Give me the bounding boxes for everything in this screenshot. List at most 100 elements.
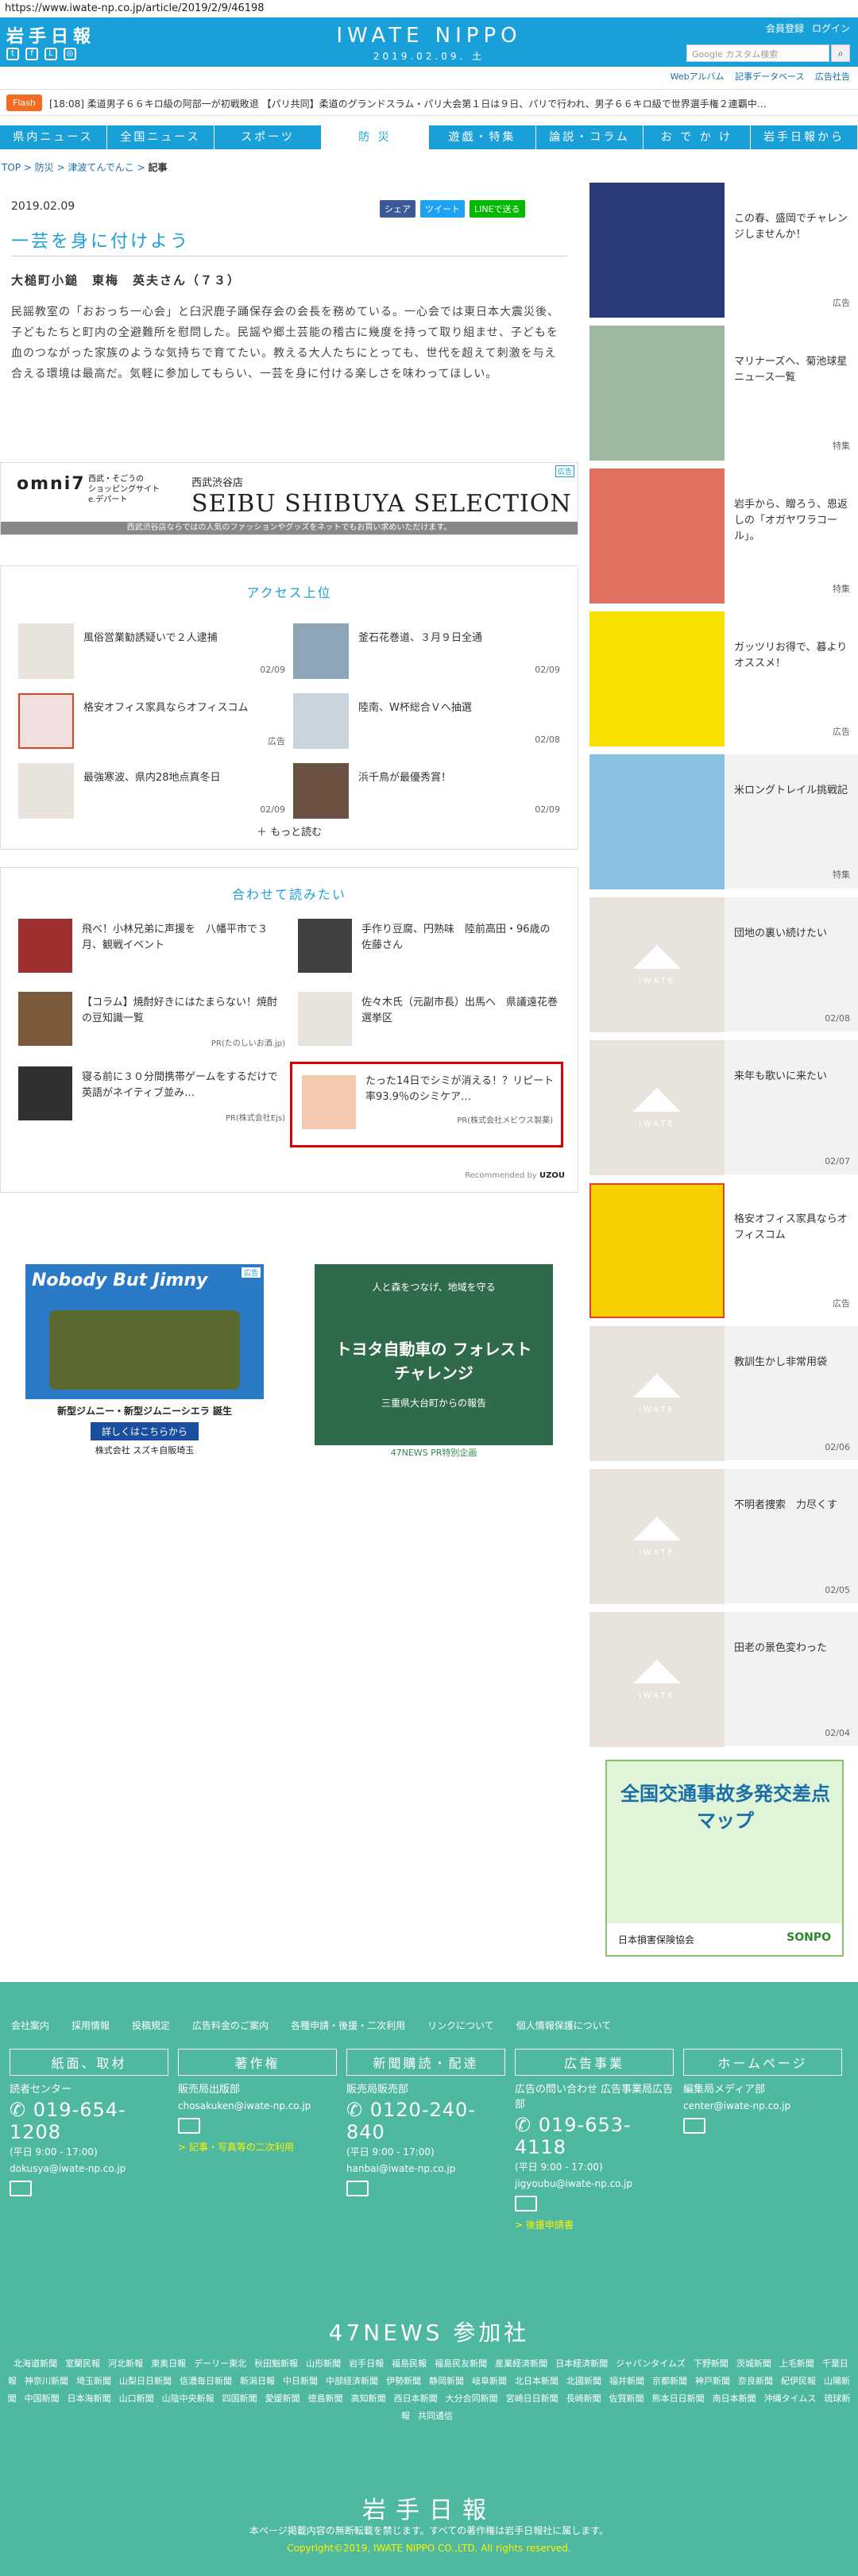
news-partner-link[interactable]: 岐阜新聞 — [472, 2376, 507, 2386]
twitter-icon[interactable]: t — [6, 48, 19, 60]
footer-link[interactable]: 広告料金のご案内 — [192, 2019, 269, 2032]
news-partner-link[interactable]: 神奈川新聞 — [25, 2376, 68, 2386]
news-partner-link[interactable]: 紀伊民報 — [781, 2376, 816, 2386]
breadcrumb-top[interactable]: TOP — [2, 162, 21, 173]
more-button[interactable]: ＋ もっと読む — [1, 823, 578, 839]
news-partner-link[interactable]: 宮崎日日新聞 — [506, 2393, 558, 2404]
site-logo-jp[interactable]: 岩手日報 — [6, 22, 95, 48]
sidebar-item[interactable]: 米ロングトレイル挑戦記 特集 — [589, 754, 858, 889]
news-partner-link[interactable]: 山口新聞 — [119, 2393, 154, 2404]
mail-icon[interactable] — [346, 2181, 369, 2196]
list-item[interactable]: 【コラム】焼酎好きにはたまらない！焼酎の豆知識一覧 PR(たのしいお酒.jp) — [18, 992, 287, 1057]
sidebar-item[interactable]: 岩手から、贈ろう、恩返しの「オガヤワラコール」。 特集 — [589, 469, 858, 604]
news-partner-link[interactable]: 福島民報 — [392, 2358, 427, 2369]
mail-icon[interactable] — [178, 2118, 200, 2134]
news-partner-link[interactable]: 福井新聞 — [609, 2376, 644, 2386]
news-partner-link[interactable]: 山陰中央新報 — [162, 2393, 214, 2404]
news-partner-link[interactable]: 上毛新聞 — [779, 2358, 814, 2369]
list-item[interactable]: 格安オフィス家具ならオフィスコム 広告 — [18, 693, 288, 758]
list-item[interactable]: 手作り豆腐、円熟味 陸前高田・96歳の佐藤さん — [298, 919, 566, 984]
flash-text[interactable]: [18:08] 柔道男子６６キロ級の阿部一が初戦敗退 【パリ共同】柔道のグランド… — [49, 97, 852, 110]
news-partner-link[interactable]: 下野新聞 — [694, 2358, 729, 2369]
news-partner-link[interactable]: 秋田魁新報 — [254, 2358, 298, 2369]
facebook-share-button[interactable]: シェア — [380, 200, 415, 218]
contact-extra-link[interactable]: > 記事・写真等の二次利用 — [178, 2140, 337, 2154]
sub-nav-ad[interactable]: 広告社告 — [815, 71, 850, 82]
footer-link[interactable]: 会社案内 — [11, 2019, 49, 2032]
list-item[interactable]: 浜千鳥が最優秀賞！ 02/09 — [293, 763, 563, 828]
sidebar-item[interactable]: IWATE 来年も歌いに来たい 02/07 — [589, 1040, 858, 1175]
list-item[interactable]: 風俗営業勧誘疑いで２人逮捕 02/09 — [18, 623, 288, 688]
mail-icon[interactable] — [10, 2181, 32, 2196]
list-item[interactable]: 寝る前に３０分間携帯ゲームをするだけで英語がネイティブ並み… PR(株式会社Ej… — [18, 1066, 287, 1132]
news-partner-link[interactable]: 長崎新聞 — [566, 2393, 601, 2404]
sidebar-item[interactable]: この春、盛岡でチャレンジしませんか！ 広告 — [589, 183, 858, 318]
news-partner-link[interactable]: 大分合同新聞 — [446, 2393, 498, 2404]
news-partner-link[interactable]: 産業経済新聞 — [495, 2358, 547, 2369]
toyota-ad[interactable]: 人と森をつなげ、地域を守る トヨタ自動車の フォレストチャレンジ 三重県大台町か… — [315, 1264, 553, 1461]
news-partner-link[interactable]: ジャパンタイムズ — [616, 2358, 686, 2369]
footer-link[interactable]: 各種申請・後援・二次利用 — [291, 2019, 405, 2032]
contact-extra-link[interactable]: > 後援申請書 — [515, 2218, 674, 2231]
news-partner-link[interactable]: 福島民友新聞 — [435, 2358, 487, 2369]
news-partner-link[interactable]: 北海道新聞 — [14, 2358, 57, 2369]
news-partner-link[interactable]: 新潟日報 — [240, 2376, 275, 2386]
footer-logo[interactable]: 岩手日報 — [0, 2490, 858, 2525]
nav-item-outing[interactable]: お で か け — [644, 125, 751, 149]
contact-mail[interactable]: center@iwate-np.co.jp — [683, 2100, 842, 2111]
breadcrumb-disaster[interactable]: 防災 — [35, 162, 54, 173]
news-partner-link[interactable]: 埼玉新聞 — [76, 2376, 111, 2386]
news-partner-link[interactable]: 徳島新聞 — [308, 2393, 343, 2404]
news-partner-link[interactable]: 中部経済新聞 — [326, 2376, 378, 2386]
news-partner-link[interactable]: 沖縄タイムス — [764, 2393, 817, 2404]
news-partner-link[interactable]: 岩手日報 — [349, 2358, 384, 2369]
news-partner-link[interactable]: 茨城新聞 — [736, 2358, 771, 2369]
news-partner-link[interactable]: デーリー東北 — [194, 2358, 246, 2369]
seibu-ad[interactable]: 広告 omni7 西武・そごうの ショッピングサイト e.デパート 西武渋谷店 … — [0, 462, 578, 535]
nav-item-column[interactable]: 論説・コラム — [536, 125, 644, 149]
news-partner-link[interactable]: 信濃毎日新聞 — [180, 2376, 232, 2386]
sidebar-item[interactable]: 格安オフィス家具ならオフィスコム 広告 — [589, 1183, 858, 1318]
search-icon[interactable]: ⌕ — [831, 44, 850, 62]
footer-link[interactable]: 投稿規定 — [132, 2019, 170, 2032]
sidebar-item[interactable]: ガッツリお得で、暮よりオススメ！ 広告 — [589, 611, 858, 746]
news-partner-link[interactable]: 伊勢新聞 — [386, 2376, 421, 2386]
news-partner-link[interactable]: 四国新聞 — [222, 2393, 257, 2404]
nav-item-local[interactable]: 県内ニュース — [0, 125, 107, 149]
news-partner-link[interactable]: 愛媛新聞 — [265, 2393, 300, 2404]
list-item[interactable]: 佐々木氏（元副市長）出馬へ 県議遠花巻選挙区 — [298, 992, 566, 1057]
news-partner-link[interactable]: 中日新聞 — [283, 2376, 318, 2386]
sidebar-item[interactable]: IWATE 団地の裏い続けたい 02/08 — [589, 897, 858, 1032]
browser-url-bar[interactable]: https://www.iwate-np.co.jp/article/2019/… — [0, 0, 858, 17]
news-partner-link[interactable]: 奈良新聞 — [738, 2376, 773, 2386]
sidebar-item[interactable]: IWATE 不明者捜索 力尽くす 02/05 — [589, 1469, 858, 1604]
register-link[interactable]: 会員登録 — [766, 21, 804, 35]
line-icon[interactable]: L — [44, 48, 57, 60]
sub-nav-database[interactable]: 記事データベース — [735, 71, 804, 82]
sonpo-banner[interactable]: 全国交通事故多発交差点マップ 日本損害保険協会 SONPO — [605, 1760, 844, 1957]
nav-item-from-nippo[interactable]: 岩手日報から — [751, 125, 858, 149]
news-partner-link[interactable]: 日本海新聞 — [68, 2393, 111, 2404]
site-logo[interactable]: IWATE NIPPO 2019.02.09. 土 — [334, 24, 524, 63]
news-partner-link[interactable]: 西日本新聞 — [394, 2393, 438, 2404]
instagram-icon[interactable]: ◎ — [64, 48, 76, 60]
footer-link[interactable]: 個人情報保護について — [516, 2019, 612, 2032]
news-partner-link[interactable]: 日本経済新聞 — [555, 2358, 608, 2369]
news-partner-link[interactable]: 熊本日日新聞 — [652, 2393, 705, 2404]
contact-mail[interactable]: jigyoubu@iwate-np.co.jp — [515, 2178, 674, 2189]
news-partner-link[interactable]: 神戸新聞 — [695, 2376, 730, 2386]
news-partner-link[interactable]: 室蘭民報 — [65, 2358, 100, 2369]
list-item[interactable]: 飛べ！小林兄弟に声援を 八幡平市で３月、観戦イベント — [18, 919, 287, 984]
search-input[interactable]: Google カスタム検索 — [686, 44, 829, 62]
nav-item-features[interactable]: 遊戯・特集 — [429, 125, 536, 149]
footer-link[interactable]: リンクについて — [427, 2019, 494, 2032]
login-link[interactable]: ログイン — [812, 21, 850, 35]
news-partner-link[interactable]: 高知新聞 — [351, 2393, 386, 2404]
news-partner-link[interactable]: 佐賀新聞 — [609, 2393, 644, 2404]
news-partner-link[interactable]: 京都新聞 — [652, 2376, 687, 2386]
news-partner-link[interactable]: 河北新報 — [108, 2358, 143, 2369]
news-partner-link[interactable]: 中国新聞 — [25, 2393, 60, 2404]
news-partner-link[interactable]: 南日本新聞 — [713, 2393, 756, 2404]
contact-phone[interactable]: ✆ 0120-240-840 — [346, 2099, 505, 2143]
ad-cta-button[interactable]: 詳しくはこちらから — [90, 1422, 199, 1440]
